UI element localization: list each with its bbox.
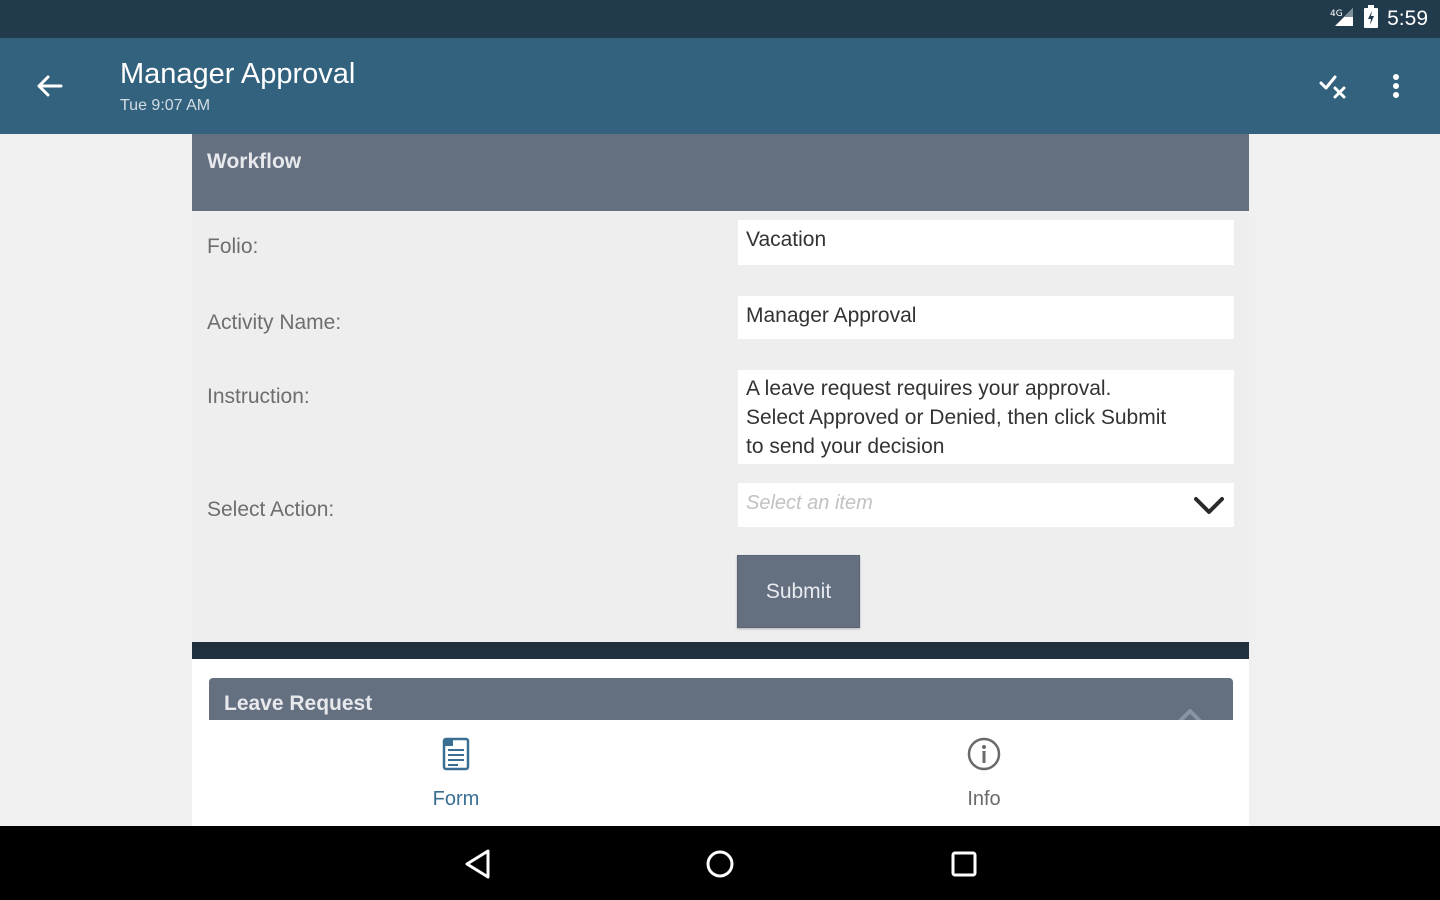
signal-icon: 4G	[1329, 6, 1355, 33]
activity-name-label: Activity Name:	[207, 311, 342, 334]
instruction-line: to send your decision	[746, 435, 945, 458]
status-icons: 4G 5:59	[1329, 4, 1428, 34]
app-bar: Manager Approval Tue 9:07 AM	[0, 38, 1440, 134]
svg-text:4G: 4G	[1330, 9, 1343, 19]
approve-deny-button[interactable]	[1312, 68, 1356, 104]
select-action-placeholder: Select an item	[746, 492, 873, 514]
instruction-field[interactable]: A leave request requires your approval. …	[738, 370, 1234, 464]
form-content: Workflow Folio: Vacation Activity Name: …	[192, 134, 1249, 720]
triangle-back-icon	[465, 849, 490, 879]
leave-request-section-header[interactable]: Leave Request	[209, 678, 1233, 720]
workflow-title: Workflow	[207, 150, 302, 173]
page-subtitle: Tue 9:07 AM	[120, 97, 211, 114]
instruction-label: Instruction:	[207, 385, 310, 408]
chevron-down-icon	[1194, 497, 1224, 514]
submit-button[interactable]: Submit	[737, 555, 860, 628]
check-x-icon	[1319, 75, 1346, 99]
workflow-section-header: Workflow	[192, 134, 1249, 211]
status-bar: 4G 5:59	[0, 0, 1440, 38]
page-title: Manager Approval	[120, 58, 356, 90]
arrow-left-icon	[37, 75, 63, 97]
leave-request-title: Leave Request	[224, 692, 373, 715]
system-recents-button[interactable]	[942, 844, 986, 884]
more-options-button[interactable]	[1376, 66, 1416, 106]
square-recents-icon	[951, 851, 977, 877]
tab-info[interactable]: Info	[720, 720, 1248, 826]
circle-home-icon	[706, 850, 734, 878]
system-home-button[interactable]	[698, 844, 742, 884]
chevron-up-icon	[1178, 709, 1202, 720]
system-back-button[interactable]	[456, 844, 500, 884]
instruction-line: Select Approved or Denied, then click Su…	[746, 406, 1167, 429]
folio-label: Folio:	[207, 235, 259, 258]
back-button[interactable]	[26, 66, 72, 106]
tab-form-label: Form	[432, 788, 480, 810]
battery-icon	[1363, 4, 1379, 34]
info-icon	[967, 737, 1001, 771]
bottom-navigation: Form Info	[192, 720, 1249, 826]
folio-field[interactable]: Vacation	[738, 220, 1234, 265]
instruction-line: A leave request requires your approval.	[746, 377, 1112, 400]
tab-form[interactable]: Form	[192, 720, 720, 826]
tab-info-label: Info	[967, 788, 1001, 810]
section-divider	[192, 642, 1249, 659]
select-action-label: Select Action:	[207, 498, 335, 521]
form-icon	[442, 737, 470, 771]
activity-name-field[interactable]: Manager Approval	[738, 296, 1234, 339]
select-action-dropdown[interactable]: Select an item	[738, 483, 1234, 527]
system-navigation-bar	[0, 826, 1440, 900]
more-vert-icon	[1393, 74, 1399, 98]
status-time: 5:59	[1387, 7, 1428, 30]
